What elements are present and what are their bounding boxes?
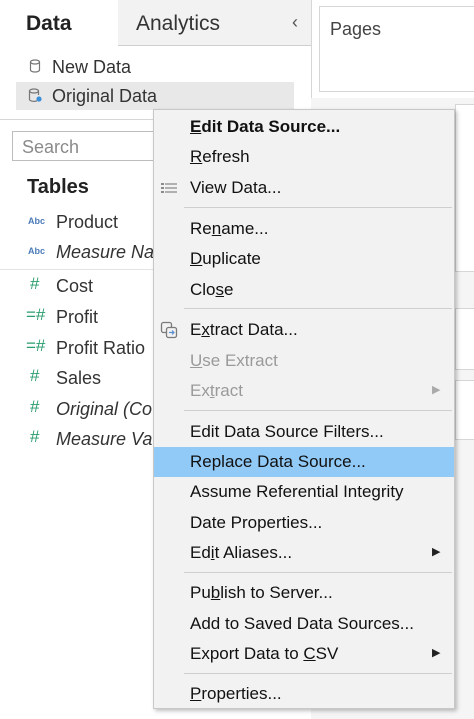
- search-input[interactable]: Search: [12, 131, 172, 161]
- menu-separator: [184, 308, 452, 309]
- filters-shelf[interactable]: [455, 104, 474, 272]
- tab-data-label: Data: [26, 12, 72, 35]
- menu-item-add-to-saved-data-sources[interactable]: Add to Saved Data Sources...: [154, 609, 454, 639]
- calculated-number-icon: =#: [26, 336, 46, 355]
- menu-item-use-extract: Use Extract: [154, 346, 454, 376]
- database-icon: [29, 59, 41, 73]
- context-menu: Edit Data Source... Refresh View Data...…: [153, 109, 455, 709]
- tab-analytics[interactable]: Analytics ‹: [118, 0, 311, 46]
- data-source-new-data[interactable]: New Data: [16, 53, 294, 81]
- submenu-arrow-icon: ▶: [432, 384, 441, 396]
- menu-separator: [184, 673, 452, 674]
- menu-item-label: Rename...: [190, 219, 269, 238]
- menu-item-extract-data[interactable]: Extract Data...: [154, 315, 454, 345]
- extract-icon: [160, 321, 178, 339]
- menu-item-label: Edit Data Source...: [190, 117, 341, 136]
- menu-item-edit-data-source[interactable]: Edit Data Source...: [154, 112, 454, 142]
- search-placeholder: Search: [22, 137, 80, 157]
- data-source-original-data[interactable]: Original Data: [16, 82, 294, 110]
- field-label: Profit Ratio: [56, 338, 146, 358]
- menu-item-duplicate[interactable]: Duplicate: [154, 244, 454, 274]
- menu-separator: [184, 572, 452, 573]
- data-source-label: Original Data: [52, 86, 158, 106]
- menu-item-label: Edit Aliases...: [190, 543, 293, 562]
- field-label: Measure Va: [56, 429, 153, 449]
- menu-item-label: Close: [190, 280, 234, 299]
- menu-item-label: Use Extract: [190, 351, 278, 370]
- number-type-icon: #: [30, 427, 40, 446]
- field-label: Measure Na: [56, 242, 155, 262]
- menu-item-publish-to-server[interactable]: Publish to Server...: [154, 578, 454, 608]
- pages-shelf[interactable]: Pages: [319, 6, 474, 92]
- menu-item-label: Extract Data...: [190, 320, 298, 339]
- table-view-icon: [161, 183, 177, 193]
- field-label: Product: [56, 212, 119, 232]
- pane-tabs: Data Analytics ‹: [0, 0, 311, 46]
- menu-item-close[interactable]: Close: [154, 275, 454, 305]
- number-type-icon: #: [30, 366, 40, 385]
- tab-data[interactable]: Data: [0, 0, 119, 46]
- data-source-label: New Data: [52, 57, 132, 77]
- field-label: Cost: [56, 276, 94, 296]
- menu-separator: [184, 207, 452, 208]
- string-type-icon: Abc: [28, 216, 46, 226]
- menu-item-assume-referential-integrity[interactable]: Assume Referential Integrity: [154, 477, 454, 507]
- menu-item-export-data-to-csv[interactable]: Export Data to CSV ▶: [154, 639, 454, 669]
- menu-item-label: Publish to Server...: [190, 583, 333, 602]
- field-label: Sales: [56, 368, 102, 388]
- marks-card-edge[interactable]: [455, 380, 474, 440]
- menu-item-view-data[interactable]: View Data...: [154, 173, 454, 203]
- field-label: Profit: [56, 307, 99, 327]
- menu-item-rename[interactable]: Rename...: [154, 214, 454, 244]
- submenu-arrow-icon: ▶: [432, 546, 441, 558]
- number-type-icon: #: [30, 274, 40, 293]
- tables-heading: Tables: [27, 176, 89, 198]
- menu-item-label: Refresh: [190, 147, 250, 166]
- menu-item-label: Replace Data Source...: [190, 452, 366, 471]
- string-type-icon: Abc: [28, 246, 46, 256]
- collapse-pane-icon[interactable]: ‹: [292, 12, 298, 33]
- menu-item-date-properties[interactable]: Date Properties...: [154, 508, 454, 538]
- menu-item-refresh[interactable]: Refresh: [154, 142, 454, 172]
- menu-item-replace-data-source[interactable]: Replace Data Source...: [154, 447, 454, 477]
- tab-analytics-label: Analytics: [136, 12, 221, 35]
- menu-item-label: Date Properties...: [190, 513, 323, 532]
- menu-item-label: Assume Referential Integrity: [190, 482, 404, 501]
- marks-card-edge[interactable]: [455, 308, 474, 370]
- field-label: Original (Co: [56, 399, 153, 419]
- menu-item-label: Export Data to CSV: [190, 644, 339, 663]
- menu-item-label: View Data...: [190, 178, 282, 197]
- calculated-number-icon: =#: [26, 305, 46, 324]
- menu-separator: [184, 410, 452, 411]
- number-type-icon: #: [30, 397, 40, 416]
- menu-item-label: Edit Data Source Filters...: [190, 422, 384, 441]
- menu-item-label: Add to Saved Data Sources...: [190, 614, 414, 633]
- menu-item-extract-submenu: Extract ▶: [154, 376, 454, 406]
- menu-item-properties[interactable]: Properties...: [154, 679, 454, 709]
- database-active-icon: [28, 88, 42, 102]
- menu-item-label: Duplicate: [190, 249, 261, 268]
- submenu-arrow-icon: ▶: [432, 647, 441, 659]
- menu-item-edit-aliases[interactable]: Edit Aliases... ▶: [154, 538, 454, 568]
- menu-item-edit-filters[interactable]: Edit Data Source Filters...: [154, 417, 454, 447]
- pages-shelf-title: Pages: [330, 19, 382, 39]
- menu-item-label: Extract: [190, 381, 243, 400]
- menu-item-label: Properties...: [190, 684, 282, 703]
